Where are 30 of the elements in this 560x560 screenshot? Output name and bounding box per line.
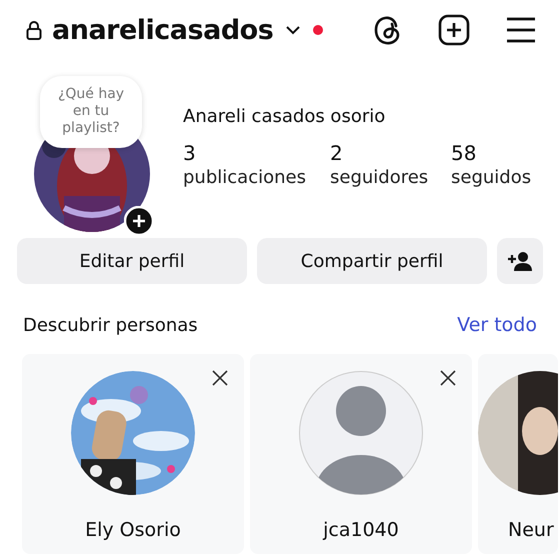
person-name[interactable]: jca1040	[323, 519, 399, 541]
see-all-link[interactable]: Ver todo	[457, 314, 537, 336]
section-title: Descubrir personas	[23, 314, 198, 336]
add-person-button[interactable]	[497, 238, 543, 284]
at-sign-icon[interactable]	[374, 14, 402, 46]
suggestion-card[interactable]: Neur	[478, 354, 558, 554]
suggestion-card[interactable]: jca1040	[250, 354, 472, 554]
stat-label[interactable]: publicaciones	[183, 167, 330, 188]
edit-profile-button[interactable]: Editar perfil	[17, 238, 247, 284]
close-button[interactable]	[438, 368, 458, 388]
full-name: Anareli casados osorio	[183, 106, 386, 127]
add-post-icon[interactable]	[438, 14, 470, 46]
stat-label[interactable]: seguidos	[451, 167, 560, 188]
add-person-icon	[507, 251, 533, 271]
person-name[interactable]: Ely Osorio	[85, 519, 181, 541]
person-name[interactable]: Neur	[478, 519, 554, 541]
menu-icon[interactable]	[506, 17, 536, 43]
stat-label[interactable]: seguidores	[330, 167, 451, 188]
stat-count[interactable]: 58	[451, 141, 560, 165]
add-story-icon[interactable]	[124, 206, 154, 236]
stat-count[interactable]: 3	[183, 141, 330, 165]
chevron-down-icon[interactable]	[285, 25, 302, 35]
share-profile-button[interactable]: Compartir perfil	[257, 238, 487, 284]
username[interactable]: anarelicasados	[52, 14, 274, 46]
close-button[interactable]	[210, 368, 230, 388]
lock-icon	[26, 20, 42, 40]
suggestion-card[interactable]: Ely Osorio	[22, 354, 244, 554]
stat-count[interactable]: 2	[330, 141, 451, 165]
default-avatar-icon[interactable]	[299, 371, 423, 495]
note-tooltip[interactable]: ¿Qué hay en tu playlist?	[40, 76, 142, 148]
